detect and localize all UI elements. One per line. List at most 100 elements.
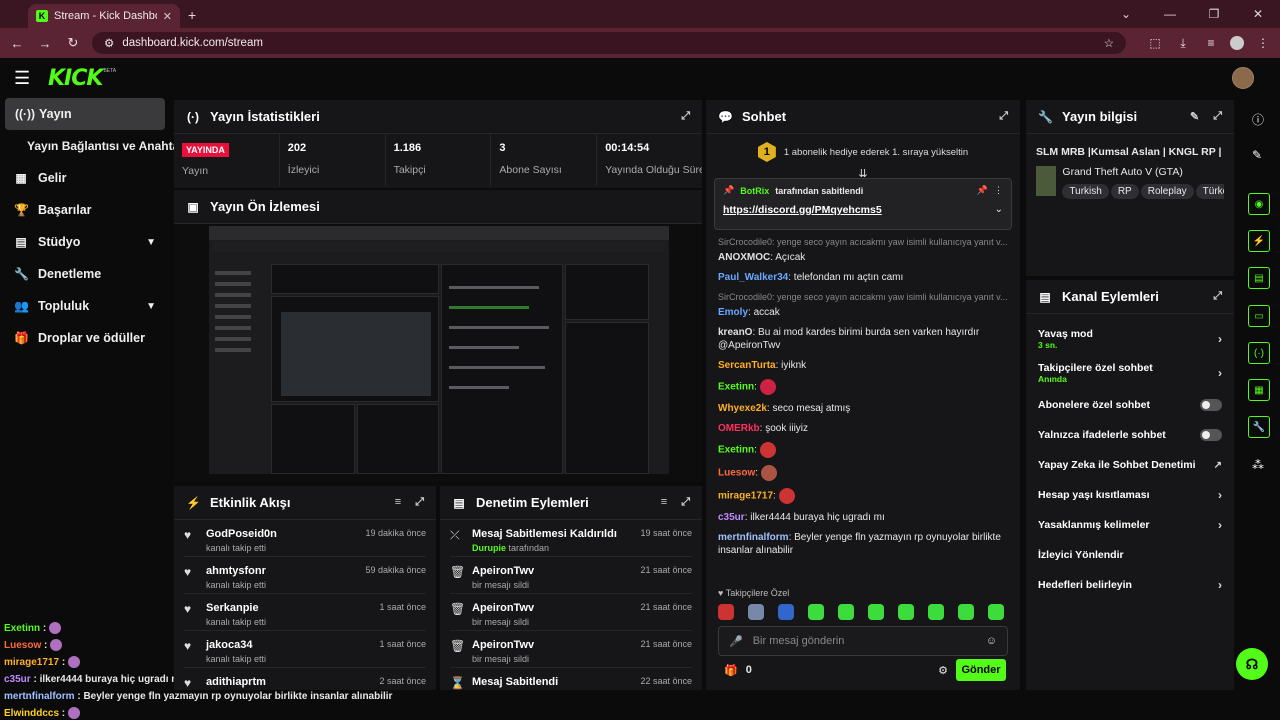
channel-action-row[interactable]: Hedefleri belirleyin › [1026, 570, 1234, 600]
chevron-right-icon[interactable]: › [1218, 366, 1222, 380]
forward-icon[interactable]: → [36, 36, 54, 51]
sidebar-item-yayin[interactable]: ((·)) Yayın [5, 98, 165, 130]
chat-username[interactable]: ANOXMOC [718, 252, 770, 263]
sidebar-item-gelir[interactable]: ▦ Gelir [0, 162, 170, 194]
chat-message[interactable]: Exetinn: [718, 442, 1008, 458]
browser-tab[interactable]: K Stream - Kick Dashboard ✕ [28, 4, 180, 28]
toggle-switch[interactable] [1200, 399, 1222, 411]
community-icon[interactable]: ⁂ [1252, 458, 1264, 472]
chat-reply-preview[interactable]: SirCrocodile0: yenge seco yayın acıcakmı… [718, 236, 1008, 249]
reload-icon[interactable]: ↻ [64, 35, 82, 51]
toggle-switch[interactable] [1200, 429, 1222, 441]
chat-username[interactable]: mirage1717 [718, 491, 773, 502]
chevron-right-icon[interactable]: › [1218, 332, 1222, 346]
back-icon[interactable]: ← [8, 36, 26, 51]
list-item[interactable]: ♥ adithiaprtm 2 saat önce [174, 668, 436, 704]
chat-message[interactable]: mirage1717: [718, 488, 1008, 504]
emote-icon[interactable] [868, 604, 884, 620]
chevron-right-icon[interactable]: › [1218, 578, 1222, 592]
chat-reply-preview[interactable]: SirCrocodile0: yenge seco yayın acıcakmı… [718, 291, 1008, 304]
list-item[interactable]: 🗑 ApeironTwv bir mesajı sildi 21 saat önce [440, 631, 702, 667]
help-headset-button[interactable]: ☊ [1236, 648, 1268, 680]
more-options-icon[interactable]: ⋮ [994, 185, 1003, 196]
edit-pencil-icon[interactable]: ✎ [1190, 110, 1199, 123]
chat-bubble-icon[interactable]: ▭ [1248, 305, 1270, 327]
filter-icon[interactable]: ≡ [395, 496, 401, 509]
sidebar-item-topluluk[interactable]: 👥 Topluluk ▼ [0, 290, 170, 322]
list-item[interactable]: ⌛ Mesaj Sabitlendi 22 saat önce [440, 668, 702, 704]
broadcast-icon[interactable]: (·) [1248, 342, 1270, 364]
emote-icon[interactable] [808, 604, 824, 620]
chat-username[interactable]: Luesow [718, 468, 755, 479]
extensions-icon[interactable]: ⬚ [1146, 36, 1164, 50]
channel-icon[interactable]: ▦ [1248, 379, 1270, 401]
address-bar[interactable]: ⚙ dashboard.kick.com/stream ☆ [92, 32, 1126, 54]
emote-icon[interactable] [838, 604, 854, 620]
site-info-icon[interactable]: ⚙ [104, 36, 114, 50]
microphone-icon[interactable]: 🎤 [729, 635, 743, 648]
channel-action-row[interactable]: Hesap yaşı kısıtlaması › [1026, 480, 1234, 510]
info-icon[interactable]: ⓘ [1252, 111, 1264, 128]
chat-message[interactable]: Luesow: [718, 465, 1008, 481]
hamburger-menu-icon[interactable]: ☰ [14, 68, 34, 89]
list-item[interactable]: ♥ Serkanpie kanalı takip etti 1 saat önce [174, 594, 436, 630]
chat-username[interactable]: Emoly [718, 307, 748, 318]
emoji-picker-icon[interactable]: ☺ [986, 635, 997, 647]
popout-icon[interactable]: ⤢ [999, 110, 1008, 123]
emote-icon[interactable] [958, 604, 974, 620]
popout-icon[interactable]: ⤢ [1213, 110, 1222, 123]
chat-username[interactable]: Whyexe2k [718, 403, 767, 414]
chat-username[interactable]: SercanTurta [718, 360, 776, 371]
download-icon[interactable]: ⤓ [1174, 36, 1192, 51]
pinned-message[interactable]: 📌 BotRix tarafından sabitlendi 📌 ⋮ https… [714, 178, 1012, 230]
channel-action-row[interactable]: Abonelere özel sohbet [1026, 390, 1234, 420]
chat-message[interactable]: SirCrocodile0: yenge seco yayın acıcakmı… [718, 291, 1008, 319]
close-tab-icon[interactable]: ✕ [163, 10, 172, 23]
edit-pencil-icon[interactable]: ✎ [1252, 148, 1262, 162]
chat-message[interactable]: Exetinn: [718, 379, 1008, 395]
gift-counter[interactable]: 🎁 0 [724, 664, 752, 677]
channel-action-row[interactable]: Takipçilere özel sohbet Anında › [1026, 356, 1234, 390]
bookmark-star-icon[interactable]: ☆ [1104, 36, 1114, 50]
chat-username[interactable]: Exetinn [718, 382, 754, 393]
send-button[interactable]: Gönder [956, 659, 1006, 681]
more-menu-icon[interactable]: ⋮ [1254, 36, 1272, 50]
bolt-icon[interactable]: ⚡ [1248, 230, 1270, 252]
chat-message[interactable]: Paul_Walker34: telefondan mı açtın camı [718, 271, 1008, 284]
popout-icon[interactable]: ⤢ [681, 110, 690, 123]
chat-settings-icon[interactable]: ⚙ [938, 664, 948, 677]
maximize-button[interactable]: ❐ [1192, 7, 1236, 21]
chevron-down-icon[interactable]: ⌄ [1104, 7, 1148, 21]
chat-input[interactable]: 🎤 Bir mesaj gönderin ☺ [718, 626, 1008, 656]
chat-username[interactable]: Paul_Walker34 [718, 272, 788, 283]
collapse-icon[interactable]: ⇊ [706, 169, 1020, 180]
channel-action-row[interactable]: Yapay Zeka ile Sohbet Denetimi ↗ [1026, 450, 1234, 480]
reading-list-icon[interactable]: ≡ [1202, 36, 1220, 50]
chat-message[interactable]: SercanTurta: iyiknk [718, 359, 1008, 372]
emote-icon[interactable] [778, 604, 794, 620]
emote-icon[interactable] [928, 604, 944, 620]
sidebar-item-denetleme[interactable]: 🔧 Denetleme [0, 258, 170, 290]
chat-message[interactable]: Whyexe2k: seco mesaj atmış [718, 402, 1008, 415]
popout-icon[interactable]: ⤢ [681, 496, 690, 509]
chat-username[interactable]: c35ur [718, 512, 745, 523]
list-item[interactable]: ♥ GodPoseid0n kanalı takip etti 19 dakika ö… [174, 520, 436, 556]
channel-action-row[interactable]: Yalnızca ifadelerle sohbet [1026, 420, 1234, 450]
list-item[interactable]: 🗑 ApeironTwv bir mesajı sildi 21 saat önce [440, 557, 702, 593]
popout-icon[interactable]: ⤢ [415, 496, 424, 509]
document-icon[interactable]: ▤ [1248, 267, 1270, 289]
chat-message[interactable]: OMERkb: şook iiiyiz [718, 422, 1008, 435]
wrench-icon[interactable]: 🔧 [1248, 416, 1270, 438]
unpin-icon[interactable]: 📌 [977, 185, 988, 196]
list-item[interactable]: ⤫ Mesaj Sabitlemesi Kaldırıldı Durupie tar… [440, 520, 702, 556]
profile-avatar[interactable] [1230, 36, 1244, 50]
list-item[interactable]: ♥ jakoca34 kanalı takip etti 1 saat önce [174, 631, 436, 667]
chat-username[interactable]: Exetinn [718, 445, 754, 456]
chat-message[interactable]: mertnfinalform: Beyler yenge fln yazmayı… [718, 531, 1008, 557]
stream-preview-video[interactable] [209, 226, 669, 474]
close-window-button[interactable]: ✕ [1236, 7, 1280, 21]
list-item[interactable]: ♥ ahmtysfonr kanalı takip etti 59 dakika ön… [174, 557, 436, 593]
list-item[interactable]: 🗑 ApeironTwv bir mesajı sildi 21 saat önce [440, 594, 702, 630]
new-tab-button[interactable]: + [188, 7, 196, 23]
chat-message[interactable]: SirCrocodile0: yenge seco yayın acıcakmı… [718, 236, 1008, 264]
